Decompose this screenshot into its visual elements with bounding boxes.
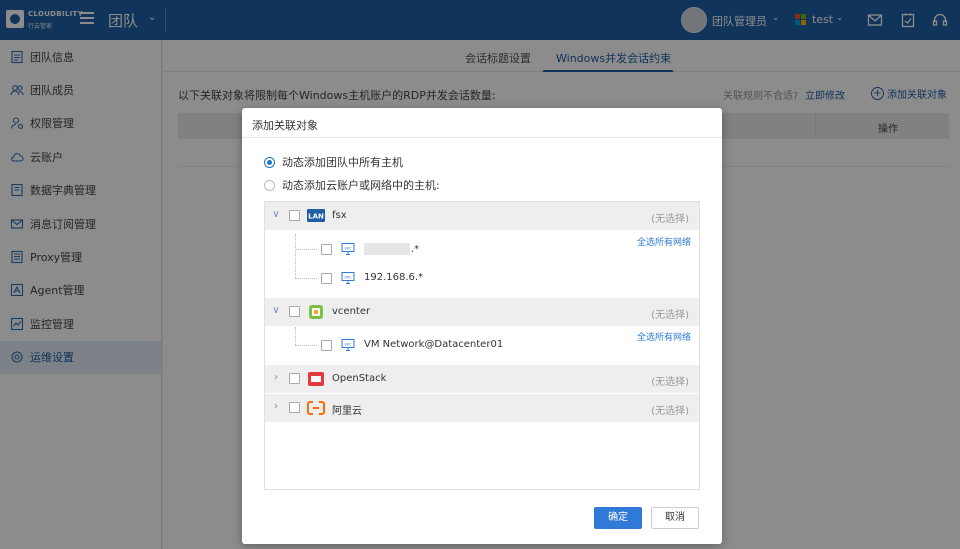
svg-text:VPC: VPC xyxy=(345,343,353,347)
radio-specific-hosts[interactable]: 动态添加云账户或网络中的主机: xyxy=(264,177,440,193)
vcenter-icon xyxy=(307,305,325,319)
chevron-down-icon[interactable]: ∨ xyxy=(271,210,281,220)
openstack-icon xyxy=(307,372,325,386)
vpc-icon: VPC xyxy=(341,338,355,352)
checkbox-vcenter[interactable] xyxy=(289,306,300,317)
radio-specific-hosts-label: 动态添加云账户或网络中的主机: xyxy=(282,179,440,192)
tree-connector xyxy=(295,327,296,345)
group-status: (无选择) xyxy=(651,406,689,417)
group-status: (无选择) xyxy=(651,214,689,225)
tree-group-openstack[interactable]: › OpenStack (无选择) xyxy=(265,365,699,393)
tree-child-row[interactable]: VPC 192.168.6.* xyxy=(265,264,699,292)
network-label: VM Network@Datacenter01 xyxy=(364,339,504,350)
checkbox-openstack[interactable] xyxy=(289,373,300,384)
group-name: fsx xyxy=(332,210,347,221)
tree-connector xyxy=(295,249,317,250)
group-status: (无选择) xyxy=(651,377,689,388)
tree-group-fsx[interactable]: ∨ LAN fsx (无选择) xyxy=(265,202,699,230)
vpc-icon: VPC xyxy=(341,242,355,256)
radio-all-hosts[interactable]: 动态添加团队中所有主机 xyxy=(264,154,403,170)
radio-unselected-icon[interactable] xyxy=(264,179,275,191)
checkbox-aliyun[interactable] xyxy=(289,402,300,413)
checkbox-network[interactable] xyxy=(321,340,332,351)
chevron-right-icon[interactable]: › xyxy=(271,402,281,412)
dialog-title-divider xyxy=(242,137,722,138)
network-label-suffix: .* xyxy=(411,244,420,255)
checkbox-network[interactable] xyxy=(321,244,332,255)
confirm-button[interactable]: 确定 xyxy=(594,507,642,529)
tree-group-aliyun[interactable]: › 阿里云 (无选择) xyxy=(265,394,699,422)
tree-connector xyxy=(295,345,317,346)
vpc-icon: VPC xyxy=(341,271,355,285)
tree-child-row[interactable]: VPC VM Network@Datacenter01 xyxy=(265,327,699,359)
network-label: .* xyxy=(364,243,419,255)
group-name: OpenStack xyxy=(332,373,387,384)
checkbox-network[interactable] xyxy=(321,273,332,284)
svg-text:VPC: VPC xyxy=(345,247,353,251)
add-object-dialog: 添加关联对象 动态添加团队中所有主机 动态添加云账户或网络中的主机: ∨ LAN… xyxy=(242,108,722,544)
network-tree: ∨ LAN fsx (无选择) 全选所有网络 VPC .* VPC 192.16… xyxy=(264,201,700,490)
tree-child-row[interactable]: VPC .* xyxy=(265,235,699,263)
dialog-title: 添加关联对象 xyxy=(252,119,318,132)
chevron-right-icon[interactable]: › xyxy=(271,373,281,383)
lan-icon: LAN xyxy=(307,209,325,222)
aliyun-icon xyxy=(307,401,325,415)
group-status: (无选择) xyxy=(651,310,689,321)
checkbox-fsx[interactable] xyxy=(289,210,300,221)
masked-value xyxy=(364,243,410,255)
cancel-button[interactable]: 取消 xyxy=(651,507,699,529)
radio-selected-icon[interactable] xyxy=(264,156,275,168)
group-name: 阿里云 xyxy=(332,406,362,417)
group-name: vcenter xyxy=(332,306,371,317)
svg-text:LAN: LAN xyxy=(308,213,324,221)
tree-connector xyxy=(295,278,317,279)
network-label: 192.168.6.* xyxy=(364,272,424,283)
tree-group-vcenter[interactable]: ∨ vcenter (无选择) xyxy=(265,298,699,326)
radio-all-hosts-label: 动态添加团队中所有主机 xyxy=(282,156,403,169)
svg-text:VPC: VPC xyxy=(345,276,353,280)
chevron-down-icon[interactable]: ∨ xyxy=(271,306,281,316)
